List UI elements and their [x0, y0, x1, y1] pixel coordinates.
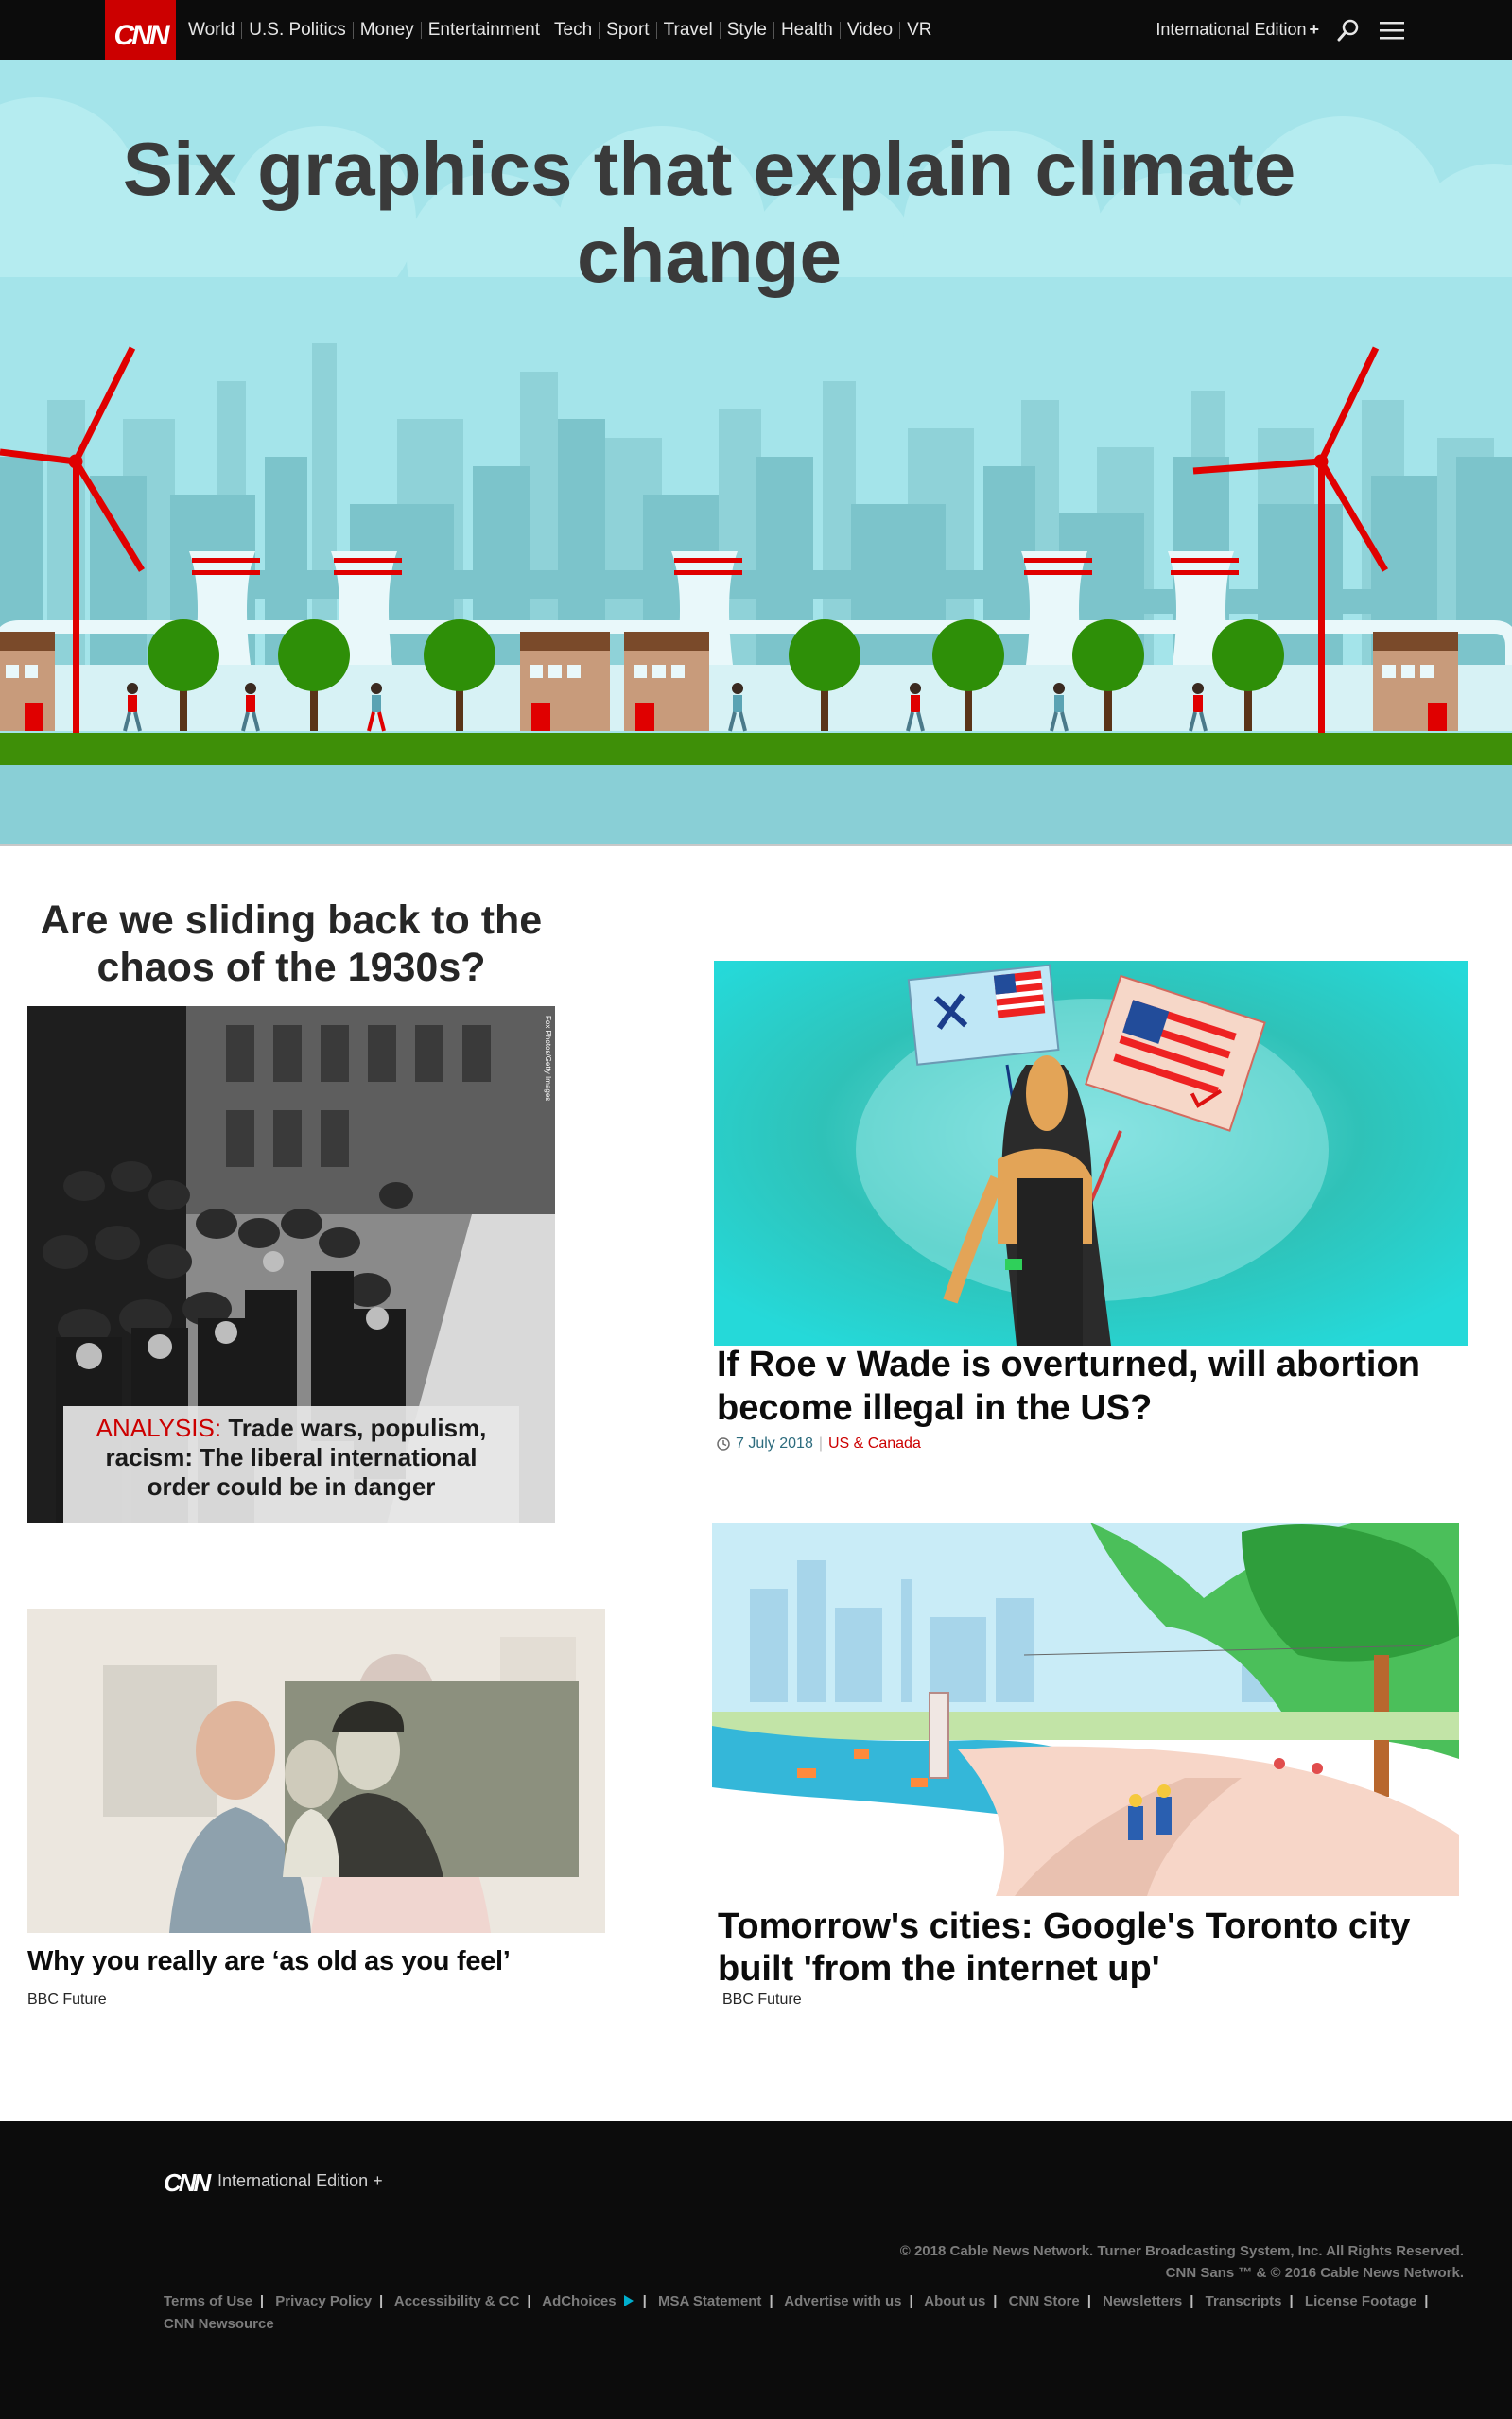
footer-links: Terms of Use | Privacy Policy | Accessibil…: [164, 2290, 1469, 2336]
hamburger-menu-icon[interactable]: [1378, 16, 1406, 44]
roe-v-wade-meta: 7 July 2018 | US & Canada: [717, 1436, 921, 1453]
footer-link-divider: |: [259, 2293, 265, 2309]
old-as-you-feel-headline[interactable]: Why you really are ‘as old as you feel’: [27, 1946, 511, 1977]
edition-label: International Edition: [1156, 20, 1307, 39]
nav-link-health[interactable]: Health: [774, 21, 841, 39]
footer-link-divider: |: [379, 2293, 384, 2309]
footer-link-advertise[interactable]: Advertise with us: [784, 2293, 901, 2309]
footer-link-divider: |: [1289, 2293, 1294, 2309]
roe-v-wade-illustration[interactable]: [714, 961, 1468, 1346]
footer-link-divider: |: [1424, 2293, 1429, 2309]
nav-link-money[interactable]: Money: [354, 21, 422, 39]
toronto-city-illustration[interactable]: [712, 1523, 1459, 1896]
waterfront-city-illustration: [712, 1523, 1459, 1896]
toronto-city-source: BBC Future: [722, 1992, 802, 2008]
nav-link-video[interactable]: Video: [841, 21, 901, 39]
footer-link-store[interactable]: CNN Store: [1009, 2293, 1080, 2309]
search-icon[interactable]: [1334, 16, 1363, 44]
us-canada-section-link[interactable]: US & Canada: [828, 1436, 921, 1453]
footer-link-transcripts[interactable]: Transcripts: [1206, 2293, 1282, 2309]
nav-link-travel[interactable]: Travel: [657, 21, 721, 39]
footer-link-divider: |: [527, 2293, 531, 2309]
footer-link-privacy[interactable]: Privacy Policy: [275, 2293, 372, 2309]
footer-edition-label: International Edition: [217, 2171, 369, 2190]
couple-photo-illustration: [27, 1609, 605, 1933]
clock-icon: [717, 1437, 730, 1451]
nav-link-world[interactable]: World: [186, 21, 243, 39]
nav-link-entertainment[interactable]: Entertainment: [422, 21, 548, 39]
nav-link-style[interactable]: Style: [721, 21, 774, 39]
nav-link-tech[interactable]: Tech: [547, 21, 600, 39]
protester-illustration: [714, 961, 1468, 1346]
adchoices-icon: [623, 2295, 634, 2306]
footer-link-terms[interactable]: Terms of Use: [164, 2293, 252, 2309]
footer-link-license-footage[interactable]: License Footage: [1305, 2293, 1416, 2309]
photo-credit: Fox Photos/Getty Images: [544, 1016, 552, 1101]
top-navigation: CNN World U.S. Politics Money Entertainm…: [0, 0, 1512, 71]
old-as-you-feel-source: BBC Future: [27, 1992, 107, 2008]
footer-link-divider: |: [1086, 2293, 1091, 2309]
footer-link-divider: |: [769, 2293, 773, 2309]
footer-link-divider: |: [642, 2293, 647, 2309]
footer-link-divider: |: [909, 2293, 913, 2309]
footer-edition-picker[interactable]: International Edition +: [217, 2171, 383, 2191]
nav-link-vr[interactable]: VR: [900, 21, 938, 39]
edition-plus-icon: +: [1309, 20, 1319, 39]
copyright: © 2018 Cable News Network. Turner Broadc…: [900, 2240, 1464, 2284]
nav-right-controls: International Edition +: [1156, 0, 1406, 60]
footer-link-about[interactable]: About us: [924, 2293, 985, 2309]
toronto-city-headline[interactable]: Tomorrow's cities: Google's Toronto city…: [718, 1906, 1474, 1991]
analysis-kicker: ANALYSIS:: [96, 1414, 222, 1442]
site-footer: CNN International Edition + © 2018 Cable…: [0, 2121, 1512, 2419]
footer-link-msa[interactable]: MSA Statement: [658, 2293, 761, 2309]
meta-divider: |: [818, 1436, 823, 1452]
footer-link-newsource[interactable]: CNN Newsource: [164, 2316, 274, 2332]
nav-link-us-politics[interactable]: U.S. Politics: [242, 21, 354, 39]
copyright-line-2: CNN Sans ™ & © 2016 Cable News Network.: [1165, 2265, 1464, 2281]
footer-link-newsletters[interactable]: Newsletters: [1103, 2293, 1182, 2309]
footer-link-accessibility[interactable]: Accessibility & CC: [394, 2293, 520, 2309]
roe-v-wade-headline[interactable]: If Roe v Wade is overturned, will aborti…: [717, 1343, 1473, 1430]
section-links: World U.S. Politics Money Entertainment …: [186, 0, 939, 60]
footer-cnn-logo[interactable]: CNN: [164, 2168, 211, 2198]
edition-picker[interactable]: International Edition +: [1156, 20, 1319, 40]
footer-link-adchoices[interactable]: AdChoices: [542, 2293, 634, 2309]
hero-banner[interactable]: Six graphics that explain climate change: [0, 60, 1512, 846]
hero-headline[interactable]: Six graphics that explain climate change: [95, 126, 1324, 300]
footer-link-adchoices-label: AdChoices: [542, 2293, 617, 2309]
analysis-caption-box[interactable]: ANALYSIS: Trade wars, populism, racism: …: [63, 1406, 519, 1523]
footer-edition-plus-icon: +: [373, 2171, 383, 2190]
nav-link-sport[interactable]: Sport: [600, 21, 657, 39]
cnn-logo-text: CNN: [113, 19, 170, 51]
old-as-you-feel-photo[interactable]: [27, 1609, 605, 1933]
footer-link-divider: |: [1190, 2293, 1194, 2309]
copyright-line-1: © 2018 Cable News Network. Turner Broadc…: [899, 2243, 1464, 2259]
footer-link-divider: |: [993, 2293, 998, 2309]
analysis-headline[interactable]: Are we sliding back to the chaos of the …: [26, 896, 556, 991]
roe-v-wade-date: 7 July 2018: [736, 1436, 813, 1452]
